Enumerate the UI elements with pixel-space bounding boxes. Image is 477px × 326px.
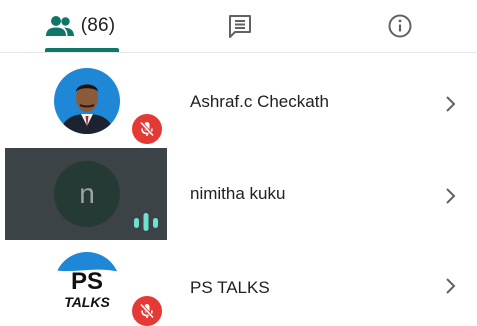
- participant-name: nimitha kuku: [190, 184, 286, 203]
- chevron-right-icon[interactable]: [440, 276, 460, 296]
- mic-muted-icon: [132, 296, 162, 326]
- tab-chat[interactable]: [210, 0, 270, 52]
- tab-info[interactable]: [370, 0, 430, 52]
- speaking-indicator-icon: [134, 213, 158, 231]
- participant-avatar: n: [54, 161, 120, 227]
- chat-icon: [229, 15, 251, 38]
- svg-text:TALKS: TALKS: [64, 294, 110, 310]
- people-icon: [45, 16, 74, 36]
- participant-row[interactable]: n nimitha kuku: [0, 148, 477, 240]
- chevron-right-icon[interactable]: [440, 94, 460, 114]
- mic-muted-icon: [132, 114, 162, 144]
- selected-tab-indicator: [45, 48, 119, 52]
- svg-text:PS: PS: [71, 268, 103, 295]
- participant-avatar: PS TALKS: [54, 252, 120, 318]
- tab-people[interactable]: (86): [30, 0, 130, 52]
- participant-row[interactable]: Ashraf.c Checkath: [0, 56, 477, 148]
- participant-avatar: [54, 68, 120, 134]
- info-icon: [388, 14, 412, 38]
- tab-bar: (86): [0, 0, 477, 53]
- participant-row[interactable]: PS TALKS PS TALKS: [0, 240, 477, 326]
- avatar-initial: n: [79, 178, 95, 209]
- chevron-right-icon[interactable]: [440, 186, 460, 206]
- participant-count: (86): [80, 15, 116, 36]
- participant-name: PS TALKS: [190, 278, 270, 297]
- participant-name: Ashraf.c Checkath: [190, 92, 329, 111]
